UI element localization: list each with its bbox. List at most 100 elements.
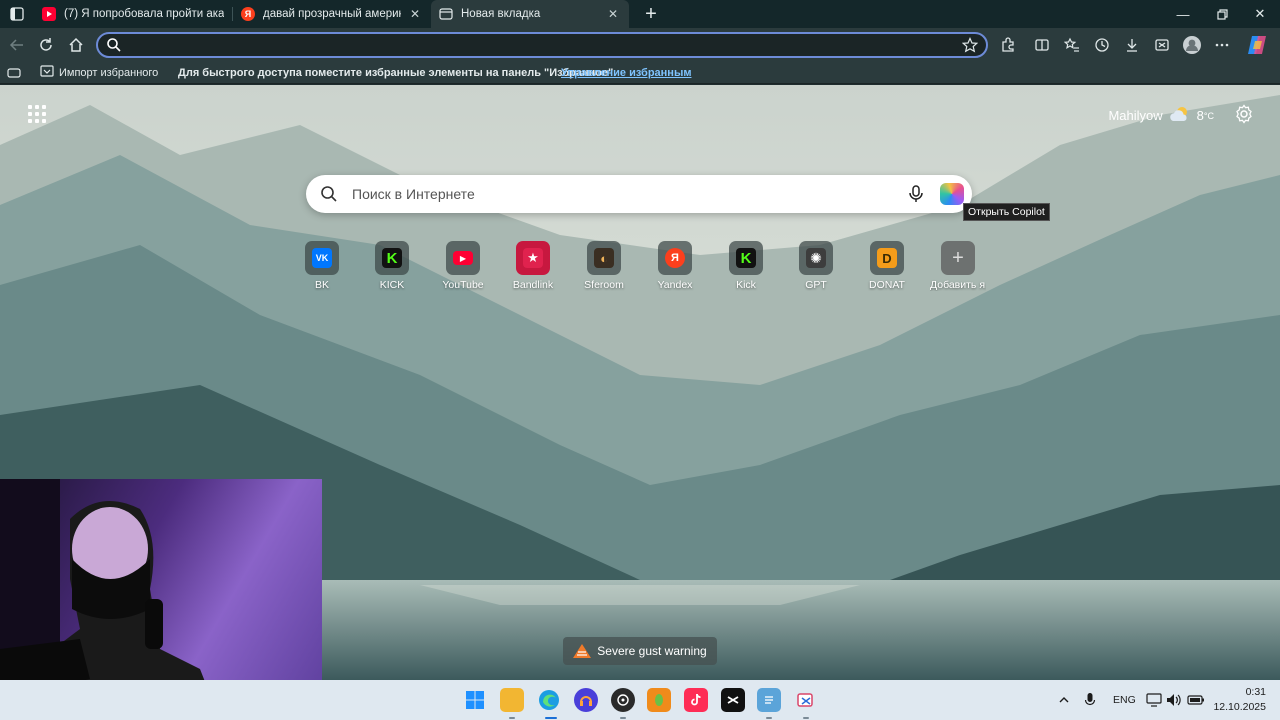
favorites-icon[interactable] [1059, 32, 1085, 58]
quick-link-label: Sferoom [584, 279, 624, 291]
page-settings-gear-icon[interactable] [1234, 104, 1254, 124]
tab-new-tab[interactable]: Новая вкладка ✕ [431, 0, 629, 28]
quick-link-label: BK [314, 279, 329, 291]
headphones-app-icon[interactable] [574, 688, 598, 712]
capcut-icon[interactable] [721, 688, 745, 712]
microphone-icon[interactable] [906, 184, 926, 209]
weather-alert-label: Severe gust warning [597, 644, 707, 658]
copilot-icon[interactable] [940, 183, 964, 205]
favorites-hint: Для быстрого доступа поместите избранные… [178, 66, 617, 79]
minimize-button[interactable]: — [1164, 0, 1202, 28]
running-indicator [766, 717, 772, 719]
clock-time: 0:31 [1245, 686, 1266, 698]
snipping-tool-icon[interactable] [794, 688, 818, 712]
extensions-icon[interactable] [995, 32, 1021, 58]
more-options-icon[interactable] [1209, 32, 1235, 58]
import-favorites-button[interactable]: Импорт избранного [40, 62, 158, 83]
quick-link-label: KICK [379, 279, 405, 291]
tab-title: Новая вкладка [461, 8, 541, 20]
browser-toolbar [0, 28, 1280, 62]
back-button[interactable] [4, 32, 30, 58]
quick-link-kick-2[interactable]: K Kick [723, 241, 769, 291]
youtube-icon [42, 7, 56, 21]
profile-avatar-icon[interactable] [1179, 32, 1205, 58]
favorites-bar-toggle-icon[interactable] [7, 62, 21, 83]
language-indicator[interactable]: ENG [1113, 680, 1136, 720]
running-indicator [620, 717, 626, 719]
vk-icon: VK [312, 248, 332, 268]
notepad-icon[interactable] [757, 688, 781, 712]
quick-link-label: YouTube [442, 279, 484, 291]
home-button[interactable] [63, 32, 89, 58]
quick-link-vk[interactable]: VK BK [299, 241, 345, 291]
tab-title: давай прозрачный американский [263, 8, 401, 20]
edge-icon[interactable] [537, 688, 561, 712]
kick-icon: K [382, 248, 402, 268]
system-clock[interactable]: 0:31 12.10.2025 [1213, 685, 1266, 715]
address-bar[interactable] [96, 32, 988, 58]
windows-taskbar: ENG 0:31 12.10.2025 [0, 680, 1280, 720]
sferoom-icon: ◐ [594, 248, 614, 268]
tab-title: (7) Я попробовала пройти академ [64, 8, 224, 20]
tab-youtube[interactable]: (7) Я попробовала пройти академ [34, 0, 232, 28]
close-window-button[interactable]: ✕ [1241, 0, 1279, 28]
quick-link-sferoom[interactable]: ◐ Sferoom [581, 241, 627, 291]
tab-yandex[interactable]: Я давай прозрачный американский ✕ [233, 0, 431, 28]
weather-unit: °C [1203, 110, 1214, 121]
address-input[interactable] [126, 36, 946, 54]
quick-link-gpt[interactable]: ✺ GPT [793, 241, 839, 291]
quick-link-label: DONAT [869, 279, 905, 291]
manage-favorites-link[interactable]: Управление избранным [561, 62, 691, 83]
quick-link-youtube[interactable]: ▶ YouTube [440, 241, 486, 291]
quick-link-kick[interactable]: K KICK [369, 241, 415, 291]
refresh-button[interactable] [33, 32, 59, 58]
youtube-icon: ▶ [453, 251, 473, 265]
history-icon[interactable] [1089, 32, 1115, 58]
file-explorer-icon[interactable] [500, 688, 524, 712]
battery-icon[interactable] [1187, 680, 1205, 720]
running-indicator [803, 717, 809, 719]
downloads-icon[interactable] [1119, 32, 1145, 58]
quick-link-bandlink[interactable]: ★ Bandlink [510, 241, 556, 291]
microphone-tray-icon[interactable] [1084, 680, 1096, 720]
screenshot-icon[interactable] [1149, 32, 1175, 58]
search-icon [320, 185, 338, 208]
import-favorites-label: Импорт избранного [59, 66, 159, 79]
close-tab-icon[interactable]: ✕ [605, 6, 621, 22]
volume-icon[interactable] [1166, 680, 1182, 720]
search-input[interactable] [352, 184, 912, 204]
weather-city: Mahilyow [1108, 108, 1163, 123]
import-icon [40, 64, 54, 81]
copilot-icon[interactable] [1244, 32, 1270, 58]
close-tab-icon[interactable]: ✕ [407, 6, 423, 22]
yandex-icon: Я [241, 7, 255, 21]
bandlink-star-icon: ★ [523, 248, 543, 268]
favorites-bar: Импорт избранного Для быстрого доступа п… [0, 62, 1280, 84]
favorite-star-icon[interactable] [961, 37, 979, 58]
app-launcher-icon[interactable] [26, 103, 48, 125]
show-hidden-icons-chevron-icon[interactable] [1058, 680, 1070, 720]
add-quick-link-button[interactable]: + Добавить я... [930, 241, 986, 291]
split-screen-icon[interactable] [1029, 32, 1055, 58]
search-icon [106, 37, 122, 58]
clock-date: 12.10.2025 [1213, 701, 1266, 713]
weather-alert-button[interactable]: Severe gust warning [563, 637, 717, 665]
new-tab-button[interactable]: + [637, 0, 665, 28]
restore-button[interactable] [1203, 0, 1241, 28]
quick-link-label: Добавить я... [930, 279, 986, 291]
quick-link-label: GPT [805, 279, 827, 291]
newtab-icon [439, 7, 453, 21]
start-icon[interactable] [463, 688, 487, 712]
web-search-box[interactable] [306, 175, 972, 213]
tiktok-icon[interactable] [684, 688, 708, 712]
weather-widget[interactable]: Mahilyow 8 °C [1108, 105, 1214, 126]
tab-actions-icon[interactable] [0, 0, 34, 28]
obs-icon[interactable] [611, 688, 635, 712]
network-icon[interactable] [1146, 680, 1162, 720]
quick-link-donat[interactable]: D DONAT [864, 241, 910, 291]
fl-studio-icon[interactable] [647, 688, 671, 712]
quick-link-yandex[interactable]: Я Yandex [652, 241, 698, 291]
yandex-icon: Я [665, 248, 685, 268]
wind-warning-icon [573, 644, 592, 658]
partly-cloudy-icon [1169, 105, 1191, 126]
